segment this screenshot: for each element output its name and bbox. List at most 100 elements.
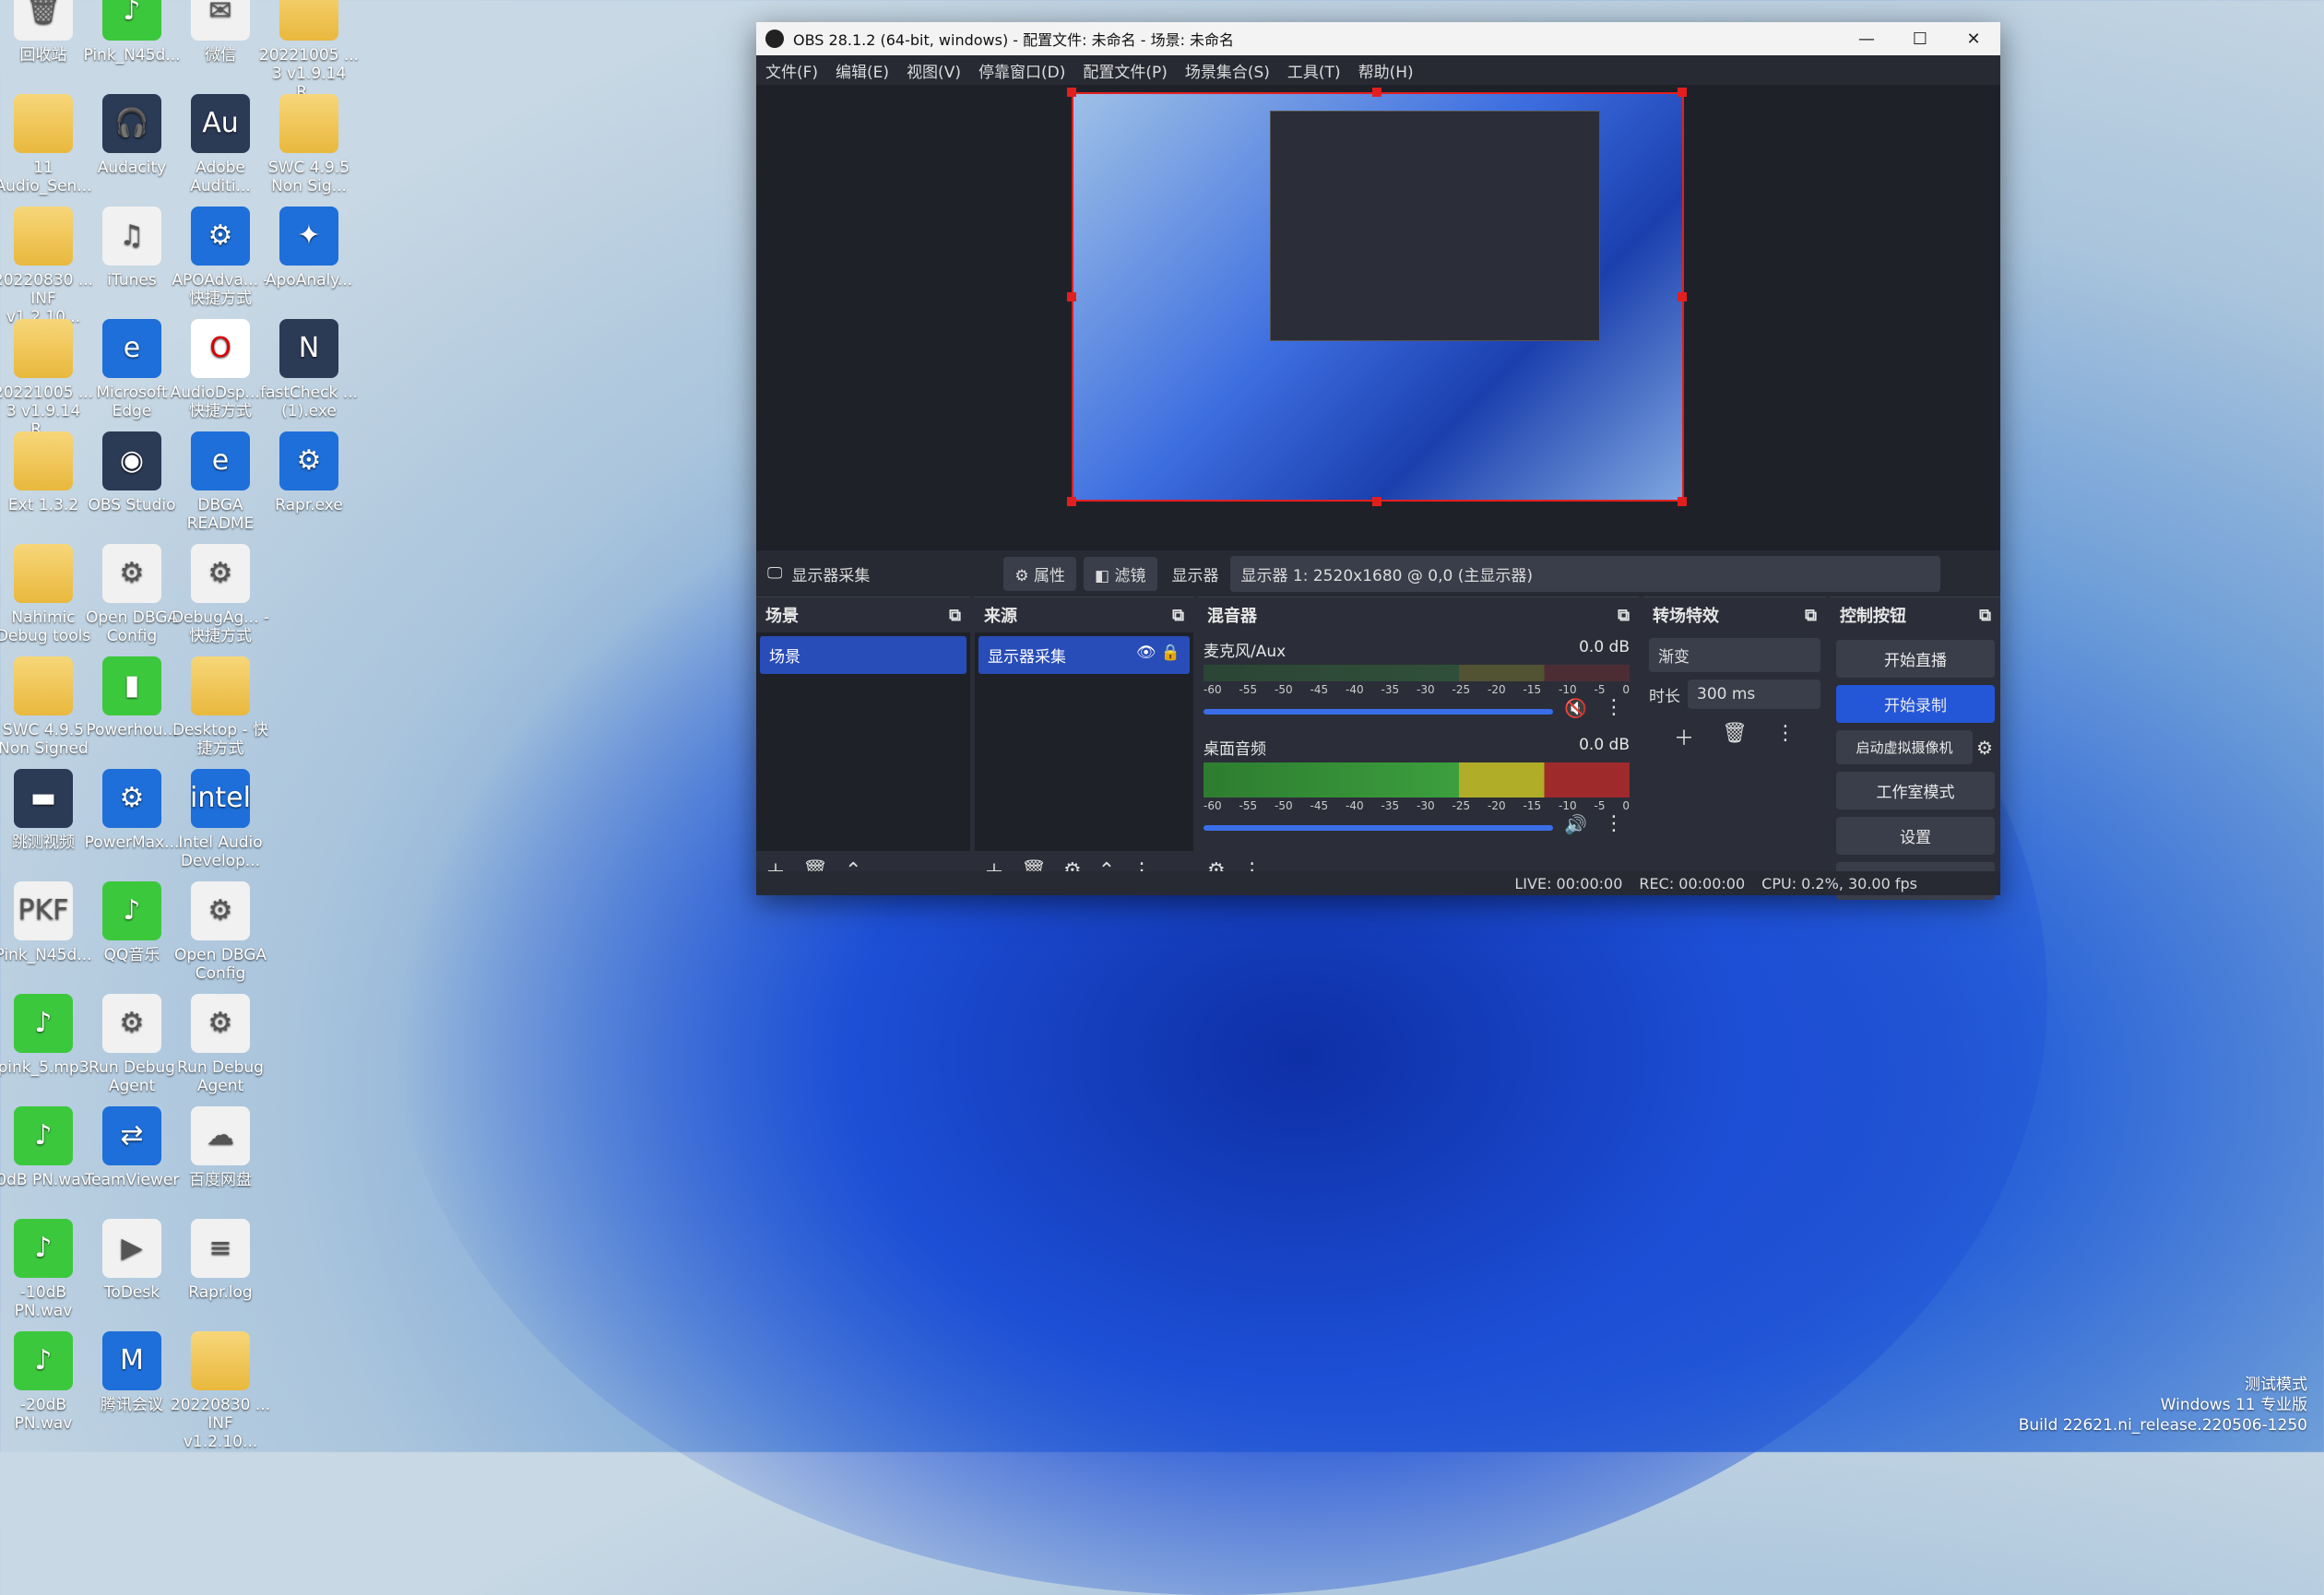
- desktop-icon[interactable]: PKF Pink_N45d...: [0, 881, 94, 964]
- menu-profile[interactable]: 配置文件(P): [1083, 59, 1168, 82]
- desktop-icon[interactable]: 20221005 ... 3 v1.9.14 R...: [258, 0, 360, 101]
- volume-slider[interactable]: [1204, 824, 1554, 831]
- more-icon[interactable]: ⋮: [1775, 722, 1796, 751]
- desktop-icon[interactable]: ♫ iTunes: [81, 207, 183, 289]
- desktop-icon[interactable]: ⚙ Open DBGA Config: [170, 881, 271, 983]
- eye-icon[interactable]: 👁: [1136, 644, 1156, 662]
- desktop-icon[interactable]: ▬ 跳测视频: [0, 769, 94, 852]
- desktop-icon[interactable]: intel Intel Audio Develop...: [170, 769, 271, 870]
- scale-tick: -60: [1204, 799, 1222, 812]
- desktop-icon[interactable]: SWC 4.9.5 Non Sig...: [258, 94, 360, 195]
- desktop-icon[interactable]: ✉ 微信: [170, 0, 271, 65]
- trash-icon[interactable]: 🗑: [1722, 722, 1748, 751]
- minimize-button[interactable]: —: [1840, 30, 1893, 49]
- desktop-icon[interactable]: ⚙ APOAdva... - 快捷方式: [170, 207, 271, 308]
- resize-handle[interactable]: [1067, 497, 1076, 506]
- desktop-icon[interactable]: ☁ 百度网盘: [170, 1106, 271, 1189]
- desktop-icon[interactable]: ⇄ TeamViewer: [81, 1106, 183, 1189]
- desktop-icon[interactable]: ⚙ Rapr.exe: [258, 431, 360, 514]
- desktop-icon[interactable]: O AudioDsp... - 快捷方式: [170, 319, 271, 420]
- desktop-icon[interactable]: ✦ ApoAnaly...: [258, 207, 360, 289]
- properties-button[interactable]: ⚙ 属性: [1003, 556, 1077, 591]
- start-recording-button[interactable]: 开始录制: [1836, 685, 1995, 723]
- start-virtual-camera-button[interactable]: 启动虚拟摄像机: [1836, 730, 1974, 764]
- menu-scene-collection[interactable]: 场景集合(S): [1185, 59, 1270, 82]
- maximize-button[interactable]: ☐: [1893, 30, 1947, 49]
- desktop-icon[interactable]: ≡ Rapr.log: [170, 1219, 271, 1302]
- desktop-icon[interactable]: Nahimic Debug tools: [0, 544, 94, 645]
- more-icon[interactable]: ⋮: [1604, 812, 1624, 835]
- menu-tools[interactable]: 工具(T): [1287, 59, 1341, 82]
- resize-handle[interactable]: [1372, 497, 1381, 506]
- desktop-icon[interactable]: 11 Audio_Sen...: [0, 94, 94, 195]
- gear-icon[interactable]: ⚙: [1976, 737, 1993, 759]
- duration-input[interactable]: 300 ms: [1688, 679, 1820, 709]
- desktop-icon[interactable]: ⚙ Open DBGA Config: [81, 544, 183, 645]
- desktop-icon-label: DBGA README: [186, 496, 255, 533]
- lock-icon[interactable]: 🔒: [1161, 644, 1180, 662]
- resize-handle[interactable]: [1067, 292, 1076, 301]
- desktop-icon[interactable]: Au Adobe Auditi...: [170, 94, 271, 195]
- obs-window: OBS 28.1.2 (64-bit, windows) - 配置文件: 未命名…: [756, 22, 2000, 900]
- desktop-icon[interactable]: ▶ ToDesk: [81, 1219, 183, 1302]
- filters-button[interactable]: ◧ 滤镜: [1084, 556, 1157, 591]
- menu-docks[interactable]: 停靠窗口(D): [978, 59, 1065, 82]
- muted-speaker-icon[interactable]: 🔇: [1564, 697, 1587, 719]
- desktop-icon[interactable]: e DBGA README: [170, 431, 271, 533]
- transition-select[interactable]: 渐变: [1649, 638, 1820, 672]
- desktop-icon[interactable]: ◉ OBS Studio: [81, 431, 183, 514]
- start-streaming-button[interactable]: 开始直播: [1836, 640, 1995, 678]
- menu-view[interactable]: 视图(V): [907, 59, 961, 82]
- desktop-icon[interactable]: 🗑 回收站: [0, 0, 94, 65]
- scene-item[interactable]: 场景: [760, 636, 966, 674]
- desktop-icon[interactable]: 20220830 ... INF v1.2.10...: [0, 207, 94, 326]
- desktop-icon[interactable]: 20221005 ... 3 v1.9.14 R...: [0, 319, 94, 439]
- title-bar[interactable]: OBS 28.1.2 (64-bit, windows) - 配置文件: 未命名…: [756, 22, 2000, 55]
- desktop-icon[interactable]: ♪ -20dB PN.wav: [0, 1331, 94, 1433]
- desktop-icon[interactable]: ♪ -10dB PN.wav: [0, 1219, 94, 1320]
- preview-source[interactable]: [1072, 92, 1684, 502]
- desktop-icon[interactable]: ⚙ DebugAg... - 快捷方式: [170, 544, 271, 645]
- desktop-icon[interactable]: e Microsoft Edge: [81, 319, 183, 420]
- display-select[interactable]: 显示器 1: 2520x1680 @ 0,0 (主显示器): [1229, 555, 1940, 592]
- desktop-icon[interactable]: ♪ QQ音乐: [81, 881, 183, 964]
- desktop-icon[interactable]: SWC 4.9.5 Non Signed: [0, 656, 94, 758]
- menu-help[interactable]: 帮助(H): [1358, 59, 1414, 82]
- add-icon[interactable]: ＋: [1674, 722, 1694, 751]
- desktop-icon[interactable]: ♪ Pink_N45d...: [81, 0, 183, 65]
- close-button[interactable]: ✕: [1947, 30, 2000, 49]
- live-status: LIVE: 00:00:00: [1514, 874, 1623, 892]
- menu-file[interactable]: 文件(F): [765, 59, 818, 82]
- desktop-icon[interactable]: ⚙ Run Debug Agent: [81, 994, 183, 1095]
- desktop-icon[interactable]: NfastCheck ... (1).exe: [258, 319, 360, 420]
- menu-edit[interactable]: 编辑(E): [836, 59, 889, 82]
- desktop-icon[interactable]: 🎧 Audacity: [81, 94, 183, 177]
- settings-button[interactable]: 设置: [1836, 817, 1995, 855]
- speaker-icon[interactable]: 🔊: [1564, 813, 1587, 835]
- undock-icon[interactable]: ⧉: [949, 606, 961, 625]
- more-icon[interactable]: ⋮: [1604, 696, 1624, 719]
- resize-handle[interactable]: [1678, 88, 1687, 97]
- desktop-icon[interactable]: 20220830 ... INF v1.2.10...: [170, 1331, 271, 1451]
- desktop-icon[interactable]: ♪ pink_5.mp3: [0, 994, 94, 1077]
- preview-area[interactable]: [756, 85, 2000, 550]
- desktop-icon[interactable]: ⚙ PowerMax...: [81, 769, 183, 852]
- volume-slider[interactable]: [1204, 708, 1554, 715]
- desktop-icon[interactable]: M 腾讯会议: [81, 1331, 183, 1414]
- undock-icon[interactable]: ⧉: [1618, 606, 1630, 625]
- source-item[interactable]: 显示器采集 👁 🔒: [978, 636, 1190, 674]
- desktop-icon-label: AudioDsp... - 快捷方式: [170, 384, 271, 420]
- undock-icon[interactable]: ⧉: [1805, 606, 1817, 625]
- desktop-icon[interactable]: ⚙ Run Debug Agent: [170, 994, 271, 1095]
- resize-handle[interactable]: [1678, 497, 1687, 506]
- desktop-icon[interactable]: ♪ 0dB PN.wav: [0, 1106, 94, 1189]
- studio-mode-button[interactable]: 工作室模式: [1836, 772, 1995, 809]
- desktop-icon[interactable]: ▮ Powerhou...: [81, 656, 183, 739]
- undock-icon[interactable]: ⧉: [1172, 606, 1184, 625]
- undock-icon[interactable]: ⧉: [1979, 606, 1991, 625]
- resize-handle[interactable]: [1372, 88, 1381, 97]
- desktop-icon[interactable]: Desktop - 快捷方式: [170, 656, 271, 758]
- desktop-icon[interactable]: Ext 1.3.2: [0, 431, 94, 514]
- resize-handle[interactable]: [1067, 88, 1076, 97]
- resize-handle[interactable]: [1678, 292, 1687, 301]
